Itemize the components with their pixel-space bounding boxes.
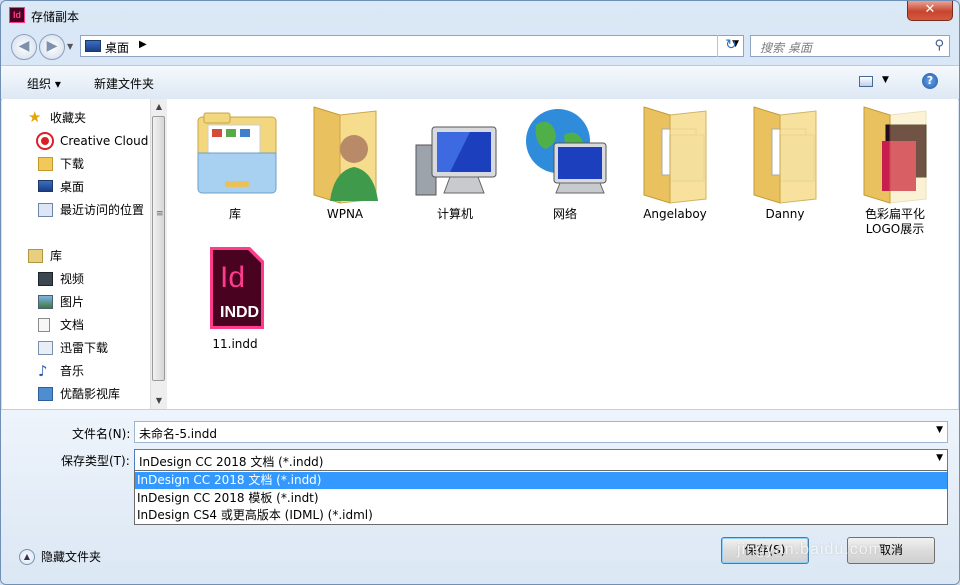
navigation-pane: ★ 收藏夹 Creative Cloud 下载 桌面 最近访问的位置 库 视频: [2, 99, 150, 409]
library-icon: [28, 249, 43, 263]
indesign-app-icon: Id: [9, 7, 25, 23]
folder-icon: [740, 105, 830, 205]
watermark-text: jingyan.baidu.com: [737, 541, 883, 558]
file-name: 库: [228, 207, 241, 221]
save-type-value[interactable]: InDesign CC 2018 文档 (*.indd): [139, 453, 323, 470]
creative-cloud-icon: [38, 134, 52, 148]
save-type-select[interactable]: InDesign CC 2018 文档 (*.indd) ▼: [134, 449, 948, 471]
file-list: 库 WPNA 计算机 网络 Angelaboy Danny 色彩扁平化 LOGO…: [167, 99, 958, 409]
filename-input[interactable]: 未命名-5.indd ▼: [134, 421, 948, 443]
address-chevron-icon[interactable]: ▶: [139, 39, 147, 50]
indesign-file-icon: Id INDD: [190, 239, 280, 335]
view-options-icon[interactable]: [859, 76, 873, 87]
view-dropdown-icon[interactable]: ▼: [882, 75, 889, 85]
scroll-up-icon[interactable]: ▲: [151, 99, 167, 115]
save-type-dropdown-icon[interactable]: ▼: [936, 453, 943, 463]
save-type-option-idml[interactable]: InDesign CS4 或更高版本 (IDML) (*.idml): [135, 507, 947, 524]
pictures-icon: [38, 295, 53, 309]
sidebar-item-label: 库: [50, 249, 63, 263]
navigation-bar: ◀ ▶ ▼ 桌面 ▶ ▼ ↻ 搜索 桌面 ⚲: [1, 31, 959, 63]
desktop-icon: [38, 180, 53, 192]
scroll-grip-icon: ≡: [156, 209, 164, 219]
file-badge-id: Id: [220, 261, 245, 294]
window-title: 存储副本: [31, 10, 80, 24]
sidebar-item-label: 最近访问的位置: [60, 203, 145, 217]
save-type-options-list: InDesign CC 2018 文档 (*.indd) InDesign CC…: [134, 470, 948, 525]
star-icon: ★: [28, 108, 42, 126]
video-icon: [38, 272, 53, 286]
forward-button[interactable]: ▶: [39, 34, 65, 60]
address-location[interactable]: 桌面: [105, 39, 129, 56]
file-name: 网络: [552, 207, 577, 221]
filename-dropdown-icon[interactable]: ▼: [936, 425, 943, 435]
close-button[interactable]: ✕: [907, 1, 953, 21]
network-icon: [520, 105, 610, 205]
sidebar-item-label: 优酷影视库: [60, 387, 121, 401]
file-name: 色彩扁平化 LOGO展示: [864, 207, 925, 236]
file-item-11-indd[interactable]: Id INDD 11.indd: [180, 239, 290, 352]
search-placeholder: 搜索 桌面: [760, 41, 812, 55]
save-type-label: 保存类型(T):: [61, 454, 130, 468]
music-icon: ♪: [38, 362, 48, 380]
sidebar-item-label: 图片: [60, 295, 85, 309]
file-item-flat-logo-folder[interactable]: 色彩扁平化 LOGO展示: [840, 105, 950, 237]
folder-icon: [850, 105, 940, 205]
sidebar-item-label: 音乐: [60, 364, 85, 378]
filename-value[interactable]: 未命名-5.indd: [139, 425, 217, 442]
recent-pages-dropdown[interactable]: ▼: [67, 42, 73, 51]
help-button[interactable]: ?: [922, 73, 938, 89]
collapse-icon: ▲: [19, 549, 35, 565]
sidebar-item-label: 桌面: [60, 180, 85, 194]
save-type-option-indd[interactable]: InDesign CC 2018 文档 (*.indd): [135, 472, 947, 489]
file-item-library[interactable]: 库: [180, 105, 290, 222]
hide-folders-label: 隐藏文件夹: [41, 550, 102, 564]
search-icon[interactable]: ⚲: [934, 38, 944, 53]
desktop-icon: [85, 40, 101, 52]
organize-menu[interactable]: 组织 ▾: [27, 75, 61, 92]
navigation-scrollbar[interactable]: ▲ ≡ ▼: [150, 99, 167, 409]
computer-icon: [410, 105, 500, 205]
sidebar-item-label: 下载: [60, 157, 85, 171]
file-badge-indd: INDD: [220, 304, 259, 321]
library-folder-icon: [190, 105, 280, 205]
file-item-network[interactable]: 网络: [510, 105, 620, 222]
command-bar: 组织 ▾ 新建文件夹 ▼ ?: [1, 65, 959, 100]
sidebar-item-label: 收藏夹: [50, 111, 87, 125]
file-item-angelaboy[interactable]: Angelaboy: [620, 105, 730, 222]
scroll-thumb[interactable]: ≡: [152, 116, 165, 381]
scroll-down-icon[interactable]: ▼: [151, 393, 167, 409]
back-button[interactable]: ◀: [11, 34, 37, 60]
file-name: Angelaboy: [643, 207, 707, 221]
sidebar-item-label: 文档: [60, 318, 85, 332]
new-folder-button[interactable]: 新建文件夹: [94, 75, 154, 92]
filename-label: 文件名(N):: [72, 427, 131, 441]
documents-icon: [38, 318, 50, 332]
file-name: WPNA: [326, 207, 364, 221]
user-folder-icon: [300, 105, 390, 205]
recent-places-icon: [38, 203, 53, 217]
youku-icon: [38, 387, 53, 401]
download-folder-icon: [38, 157, 53, 171]
title-bar: Id 存储副本 ✕: [1, 1, 959, 31]
folder-icon: [630, 105, 720, 205]
file-item-wpna[interactable]: WPNA: [290, 105, 400, 222]
sidebar-item-label: 视频: [60, 272, 85, 286]
save-type-option-indt[interactable]: InDesign CC 2018 模板 (*.indt): [135, 490, 947, 507]
file-name: 11.indd: [212, 337, 258, 351]
file-name: 计算机: [436, 207, 473, 221]
address-bar[interactable]: 桌面 ▶ ▼: [80, 35, 744, 57]
file-name: Danny: [765, 207, 805, 221]
sidebar-item-label: Creative Cloud: [60, 134, 149, 148]
sidebar-item-label: 迅雷下载: [60, 341, 109, 355]
thunder-download-icon: [38, 341, 53, 355]
refresh-button[interactable]: ↻: [717, 35, 744, 57]
save-dialog: Id 存储副本 ✕ ◀ ▶ ▼ 桌面 ▶ ▼ ↻ 搜索 桌面 ⚲ 组织 ▾ 新建…: [0, 0, 960, 585]
file-item-computer[interactable]: 计算机: [400, 105, 510, 222]
file-item-danny[interactable]: Danny: [730, 105, 840, 222]
search-input[interactable]: 搜索 桌面 ⚲: [750, 35, 950, 57]
